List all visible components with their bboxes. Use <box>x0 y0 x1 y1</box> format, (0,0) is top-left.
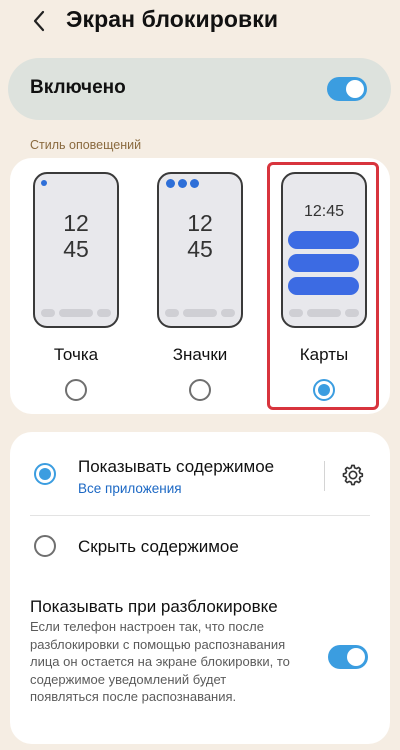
notification-style-label: Стиль оповещений <box>30 138 142 152</box>
style-label-dot: Точка <box>53 345 99 364</box>
style-preview-icons[interactable]: 12 45 <box>157 172 243 328</box>
master-toggle[interactable] <box>327 77 367 101</box>
icons-indicator <box>166 179 199 188</box>
preview-clock: 12:45 <box>303 203 345 220</box>
notification-card <box>288 277 359 295</box>
show-on-unlock-toggle[interactable] <box>328 645 368 669</box>
preview-bottom-bar <box>165 309 235 317</box>
radio-show-content[interactable] <box>34 463 56 485</box>
radio-hide-content[interactable] <box>34 535 56 557</box>
hide-content-label[interactable]: Скрыть содержимое <box>78 537 239 557</box>
show-content-label[interactable]: Показывать содержимое <box>78 457 274 477</box>
show-on-unlock-label[interactable]: Показывать при разблокировке <box>30 597 278 617</box>
style-label-cards: Карты <box>299 345 349 364</box>
style-label-icons: Значки <box>172 345 228 364</box>
back-arrow-icon <box>33 10 45 32</box>
show-on-unlock-description: Если телефон настроен так, что после раз… <box>30 619 290 704</box>
back-button[interactable] <box>28 8 50 34</box>
radio-style-dot[interactable] <box>65 379 87 401</box>
preview-clock: 12 45 <box>63 210 89 262</box>
style-preview-dot[interactable]: 12 45 <box>33 172 119 328</box>
master-switch-label: Включено <box>30 77 126 98</box>
preview-clock: 12 45 <box>187 210 213 262</box>
preview-bottom-bar <box>41 309 111 317</box>
show-content-sublabel[interactable]: Все приложения <box>78 481 182 496</box>
vertical-divider <box>324 461 325 491</box>
divider <box>30 515 370 516</box>
radio-style-cards[interactable] <box>313 379 335 401</box>
gear-icon[interactable] <box>340 462 366 488</box>
radio-style-icons[interactable] <box>189 379 211 401</box>
notification-card <box>288 254 359 272</box>
page-title: Экран блокировки <box>66 6 279 32</box>
header: Экран блокировки <box>0 0 400 44</box>
preview-bottom-bar <box>289 309 359 317</box>
dot-indicator <box>41 180 47 186</box>
notification-card <box>288 231 359 249</box>
style-preview-cards[interactable]: 12:45 <box>281 172 367 328</box>
